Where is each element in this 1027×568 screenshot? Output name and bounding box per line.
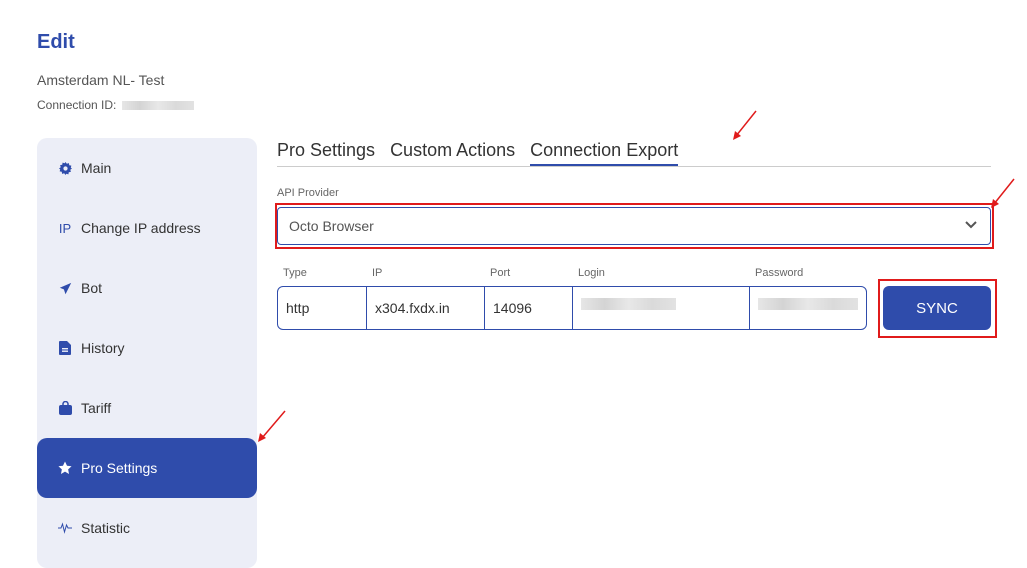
pulse-icon: [57, 522, 73, 534]
page-title: Edit: [37, 31, 75, 53]
tab-connection-export[interactable]: Connection Export: [530, 140, 679, 166]
paper-plane-icon: [57, 282, 73, 295]
sidebar: Main IP Change IP address Bot History Ta…: [37, 138, 257, 568]
sidebar-item-main[interactable]: Main: [37, 138, 257, 198]
gear-icon: [57, 161, 73, 175]
type-field[interactable]: http: [278, 287, 367, 329]
sidebar-item-label: Pro Settings: [81, 460, 158, 476]
annotation-arrow-icon: [991, 178, 1015, 208]
ip-field[interactable]: x304.fxdx.in: [367, 287, 485, 329]
tab-pro-settings[interactable]: Pro Settings: [277, 140, 375, 166]
chevron-down-icon: [965, 221, 977, 229]
port-field[interactable]: 14096: [485, 287, 573, 329]
connection-id: Connection ID:: [37, 98, 195, 112]
sidebar-item-label: History: [81, 340, 125, 356]
sidebar-item-history[interactable]: History: [37, 318, 257, 378]
shopping-bag-icon: [57, 401, 73, 415]
type-column-label: Type: [283, 267, 307, 279]
connection-id-redacted: [122, 100, 195, 110]
api-provider-select[interactable]: Octo Browser: [277, 207, 991, 245]
annotation-arrow-icon: [258, 410, 286, 442]
login-field[interactable]: [573, 287, 750, 329]
sidebar-item-label: Bot: [81, 280, 103, 296]
sidebar-item-bot[interactable]: Bot: [37, 258, 257, 318]
password-field[interactable]: [750, 287, 866, 329]
proxy-fields: http x304.fxdx.in 14096: [277, 286, 867, 330]
sidebar-item-change-ip[interactable]: IP Change IP address: [37, 198, 257, 258]
port-column-label: Port: [490, 267, 511, 279]
login-column-label: Login: [578, 267, 605, 279]
sidebar-item-label: Tariff: [81, 400, 112, 416]
ip-column-label: IP: [372, 267, 383, 279]
tab-custom-actions[interactable]: Custom Actions: [390, 140, 515, 166]
api-provider-label: API Provider: [277, 187, 339, 199]
annotation-arrow-icon: [733, 110, 757, 140]
sidebar-item-pro-settings[interactable]: Pro Settings: [37, 438, 257, 498]
sidebar-item-label: Statistic: [81, 520, 131, 536]
sidebar-item-tariff[interactable]: Tariff: [37, 378, 257, 438]
sync-button[interactable]: SYNC: [883, 286, 991, 330]
star-icon: [57, 461, 73, 475]
document-icon: [57, 341, 73, 355]
connection-name: Amsterdam NL- Test: [37, 72, 165, 88]
tab-bar: Pro Settings Custom Actions Connection E…: [277, 140, 991, 167]
ip-icon: IP: [58, 220, 72, 236]
connection-id-label: Connection ID:: [37, 98, 117, 112]
password-redacted: [758, 298, 858, 310]
sidebar-item-label: Change IP address: [81, 220, 201, 236]
sidebar-item-statistic[interactable]: Statistic: [37, 498, 257, 558]
api-provider-value: Octo Browser: [289, 218, 374, 234]
password-column-label: Password: [755, 267, 804, 279]
login-redacted: [581, 298, 676, 310]
sidebar-item-label: Main: [81, 160, 112, 176]
